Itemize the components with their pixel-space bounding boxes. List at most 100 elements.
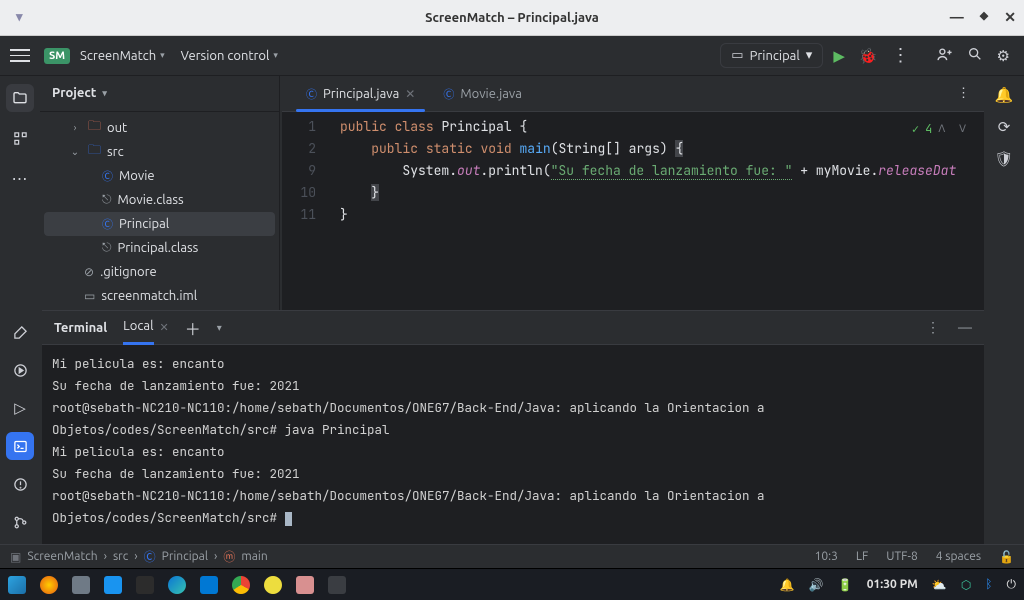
terminal-tool-button[interactable] [6,432,34,460]
camera-icon[interactable] [104,576,122,594]
terminal-header: Terminal Local ✕ ＋ ▾ ⋮ — [42,311,984,345]
intellij-icon[interactable] [328,576,346,594]
titlebar-menu-icon[interactable]: ▾ [16,10,23,25]
terminal-tab-local[interactable]: Local [123,319,153,337]
version-control-selector[interactable]: Version control ▾ [181,49,278,63]
edge-icon[interactable] [168,576,186,594]
tray-notification-icon[interactable]: 🔔 [780,578,795,592]
tree-file-gitignore[interactable]: ⊘ .gitignore [40,260,279,284]
run-config-label: Principal [750,49,800,63]
run-tool-button[interactable]: ▷ [6,394,34,422]
project-tool-button[interactable] [6,84,34,112]
close-button[interactable]: ✕ [1004,9,1016,26]
terminal-output[interactable]: Mi pelicula es: encanto Su fecha de lanz… [42,345,984,544]
class-icon: Ⓒ [144,548,156,565]
code-content[interactable]: public class Principal { public static v… [330,112,984,310]
tray-bluetooth-icon[interactable]: ᛒ [985,578,992,591]
main-area: ⋯ ▷ Project ▾ › 🗀 out [0,76,1024,544]
tree-file-movie-class[interactable]: ⎋ Movie.class [40,188,279,212]
hamburger-menu[interactable] [10,46,30,66]
maximize-button[interactable]: ◆ [980,9,988,26]
project-tree: › 🗀 out ⌄ 🗀 src Ⓒ Movie ⎋ [40,112,279,310]
tray-battery-icon[interactable]: 🔋 [838,578,853,592]
search-button[interactable] [967,46,983,65]
tray-weather-icon[interactable]: ⛅ [932,578,947,592]
java-class-icon: Ⓒ [102,168,113,184]
code-with-me-button[interactable] [936,46,953,66]
chevron-down-icon: ▾ [273,50,278,61]
debug-button[interactable]: 🐞 [859,47,878,65]
module-icon: ▣ [10,550,21,564]
line-number-gutter: 1 2 9 10 11 [282,112,330,310]
tree-file-principal[interactable]: Ⓒ Principal [44,212,275,236]
ai-tool-button[interactable]: ⟳ [998,118,1011,136]
tree-folder-src[interactable]: ⌄ 🗀 src [40,140,279,164]
line-separator[interactable]: LF [856,550,868,563]
inspection-badge[interactable]: ✓4 ᐱ ᐯ [912,118,970,140]
tab-label: Principal.java [323,87,399,101]
app-icon[interactable] [264,576,282,594]
shield-tool-button[interactable]: 🛡 [994,150,1013,168]
tree-label: .gitignore [100,265,157,279]
readonly-lock-icon[interactable]: 🔓 [999,550,1014,564]
chevron-down-icon: ▾ [160,50,165,61]
vscode-icon[interactable] [200,576,218,594]
problems-tool-button[interactable] [6,470,34,498]
project-selector[interactable]: SM ScreenMatch ▾ [44,48,165,64]
folder-icon: 🗀 [88,117,101,139]
app-icon-2[interactable] [296,576,314,594]
folder-icon: 🗀 [88,141,101,163]
method-icon: ⓜ [223,548,235,565]
vcs-tool-button[interactable] [6,508,34,536]
breadcrumb[interactable]: ▣ ScreenMatch › src › Ⓒ Principal › ⓜ ma… [10,548,268,565]
run-button[interactable]: ▶ [833,47,845,65]
terminal-dropdown-icon[interactable]: ▾ [217,322,222,334]
tray-volume-icon[interactable]: 🔊 [809,578,824,592]
tree-folder-out[interactable]: › 🗀 out [40,116,279,140]
files-icon[interactable] [72,576,90,594]
run-config-selector[interactable]: ▭ Principal ▾ [720,43,823,68]
project-panel-header[interactable]: Project ▾ [40,76,279,112]
tree-label: Principal.class [118,241,199,255]
os-taskbar: 🔔 🔊 🔋 01:30 PM ⛅ ⬡ ᛒ ⏻ [0,568,1024,600]
notifications-button[interactable]: 🔔 [995,86,1014,104]
tray-clock[interactable]: 01:30 PM [867,578,918,591]
terminal-title[interactable]: Terminal [54,321,107,335]
left-tool-gutter: ⋯ ▷ [0,76,40,544]
tab-movie[interactable]: Ⓒ Movie.java [429,76,536,111]
indent-setting[interactable]: 4 spaces [936,550,981,563]
tree-file-iml[interactable]: ▭ screenmatch.iml [40,284,279,308]
build-tool-button[interactable] [6,318,34,346]
services-tool-button[interactable] [6,356,34,384]
system-tray: 🔔 🔊 🔋 01:30 PM ⛅ ⬡ ᛒ ⏻ [780,578,1016,592]
hide-terminal-button[interactable]: — [958,319,972,336]
terminal-cursor [285,512,292,526]
terminal-app-icon[interactable] [136,576,154,594]
firefox-icon[interactable] [40,576,58,594]
caret-position[interactable]: 10:3 [815,550,838,563]
expand-icon: › [68,122,82,133]
tab-principal[interactable]: Ⓒ Principal.java ✕ [292,76,429,111]
more-actions-button[interactable]: ⋮ [892,45,910,66]
structure-tool-button[interactable] [6,124,34,152]
more-tools-button[interactable]: ⋯ [6,164,34,192]
terminal-options-button[interactable]: ⋮ [926,319,940,336]
tray-indicator-icon[interactable]: ⬡ [961,578,971,592]
chrome-icon[interactable] [232,576,250,594]
settings-button[interactable]: ⚙ [997,47,1010,65]
inspection-nav-icons[interactable]: ᐱ ᐯ [938,118,970,140]
close-tab-icon[interactable]: ✕ [405,87,415,101]
minimize-button[interactable]: — [950,9,964,26]
code-editor[interactable]: 1 2 9 10 11 public class Principal { pub… [282,112,984,310]
chevron-down-icon: ▾ [806,48,813,63]
tree-file-movie[interactable]: Ⓒ Movie [40,164,279,188]
right-tool-gutter: 🔔 ⟳ 🛡 [984,76,1024,544]
project-panel-title: Project [52,86,96,100]
new-terminal-button[interactable]: ＋ [185,316,201,340]
close-terminal-tab-icon[interactable]: ✕ [160,321,169,334]
tab-more-button[interactable]: ⋮ [943,86,984,101]
file-encoding[interactable]: UTF-8 [886,550,917,563]
tray-power-icon[interactable]: ⏻ [1007,578,1017,592]
start-menu-icon[interactable] [8,576,26,594]
tree-file-principal-class[interactable]: ⎋ Principal.class [40,236,279,260]
